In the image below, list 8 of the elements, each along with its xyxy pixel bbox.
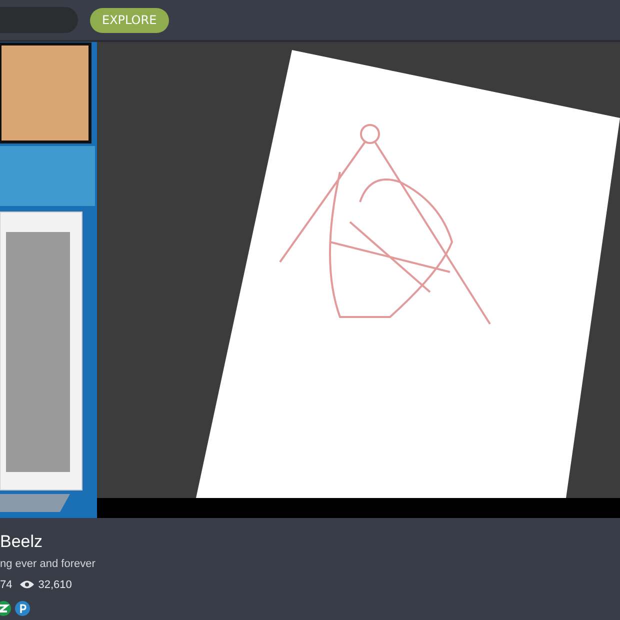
channel-name: Beelz	[0, 532, 44, 552]
follower-count: 74	[0, 578, 12, 592]
social-link-icon[interactable]	[0, 601, 11, 616]
view-count: 32,610	[38, 578, 72, 592]
social-link-icon[interactable]	[15, 601, 30, 616]
explore-button[interactable]: EXPLORE	[90, 8, 169, 32]
channel-description: ng ever and forever	[0, 557, 96, 572]
eye-icon	[20, 580, 34, 590]
